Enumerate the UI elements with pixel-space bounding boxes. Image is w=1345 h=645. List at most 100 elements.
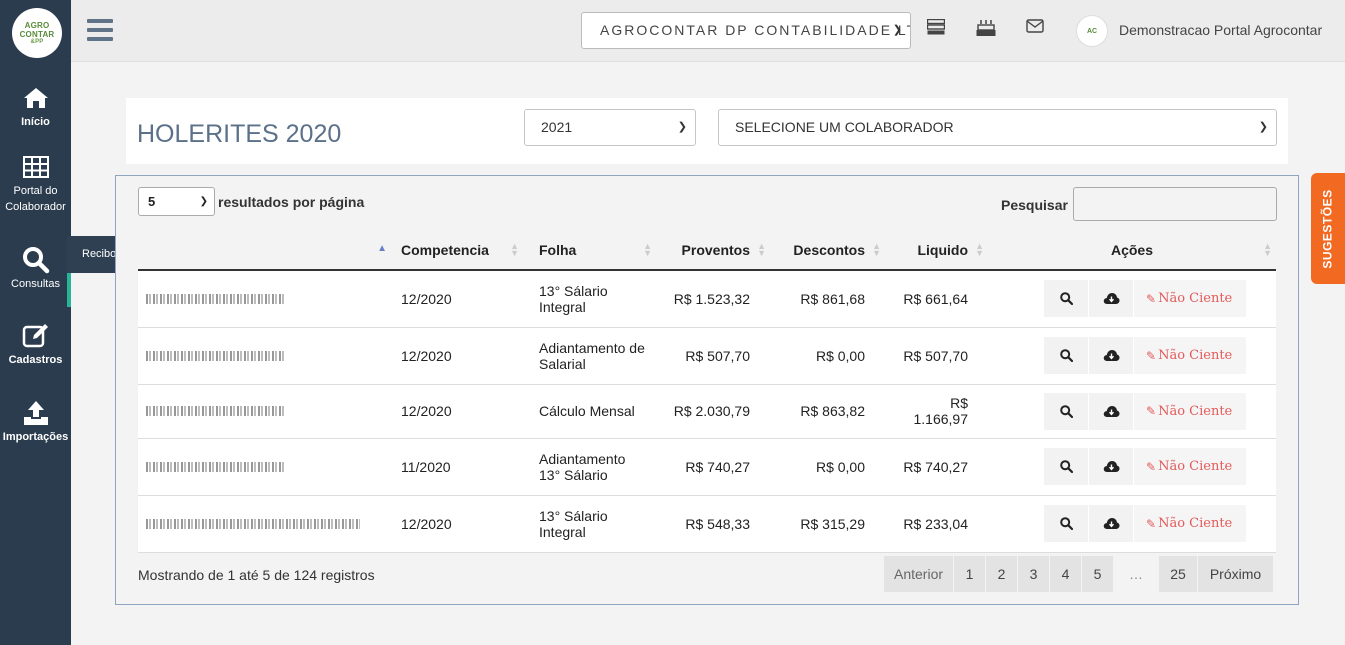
column-header-folha[interactable]: Folha ▲ ▼: [523, 231, 656, 271]
upload-icon: [21, 399, 51, 427]
column-header-competencia[interactable]: Competencia ▲ ▼: [393, 231, 523, 271]
page-title: HOLERITES 2020: [137, 120, 342, 148]
view-button[interactable]: [1044, 337, 1088, 374]
sort-icon: ▲ ▼: [643, 241, 652, 258]
row-actions: ✎ Não Ciente: [1044, 392, 1268, 430]
download-button[interactable]: [1089, 337, 1133, 374]
name-cell: [138, 327, 393, 385]
per-page-select[interactable]: 5 ❯: [138, 187, 215, 216]
agrocontar-logo[interactable]: AGRO CONTAR &PP: [12, 8, 62, 58]
folha-cell: 13° Sálario Integral: [523, 270, 656, 328]
competencia-cell: 12/2020: [393, 270, 523, 328]
status-label: Não Ciente: [1158, 291, 1233, 307]
name-cell: [138, 384, 393, 439]
pagination-prev-button[interactable]: Anterior: [884, 556, 954, 592]
year-select[interactable]: 2021 ❯: [524, 109, 696, 146]
folha-cell: Adiantamento de Salarial: [523, 327, 656, 385]
pagination-page-2[interactable]: 2: [986, 556, 1018, 592]
pagination-page-4[interactable]: 4: [1050, 556, 1082, 592]
sidebar-item-portal-colaborador[interactable]: Portal do Colaborador: [0, 153, 71, 215]
pagination-next-button[interactable]: Próximo: [1198, 556, 1274, 592]
collaborator-select-value: SELECIONE UM COLABORADOR: [735, 119, 954, 135]
sort-icon: ▲ ▼: [975, 241, 984, 258]
status-badge[interactable]: ✎ Não Ciente: [1134, 505, 1247, 542]
search-label: Pesquisar: [1001, 197, 1068, 213]
cloud-download-icon: [1103, 293, 1120, 305]
descontos-cell: R$ 861,68: [770, 270, 885, 328]
chevron-down-icon: ❯: [199, 196, 208, 207]
view-button[interactable]: [1044, 448, 1088, 485]
pagination-page-last[interactable]: 25: [1159, 556, 1198, 592]
table-row: 12/2020 Cálculo Mensal R$ 2.030,79 R$ 86…: [138, 384, 1276, 439]
sidebar-item-consultas[interactable]: Consultas: [0, 236, 71, 307]
collaborator-select[interactable]: SELECIONE UM COLABORADOR ❯: [718, 109, 1277, 146]
name-cell: [138, 495, 393, 553]
menu-toggle-icon[interactable]: [87, 19, 113, 41]
title-card: HOLERITES 2020 2021 ❯ SELECIONE UM COLAB…: [126, 98, 1288, 164]
column-header-liquido[interactable]: Liquido ▲ ▼: [885, 231, 988, 271]
download-button[interactable]: [1089, 392, 1133, 430]
pagination: Anterior 1 2 3 4 5 … 25 Próximo: [884, 556, 1274, 592]
name-cell: [138, 438, 393, 496]
avatar[interactable]: AC: [1076, 15, 1108, 47]
pagination-info: Mostrando de 1 até 5 de 124 registros: [138, 567, 375, 583]
sidebar-item-label: Cadastros: [8, 354, 63, 366]
status-label: Não Ciente: [1158, 403, 1233, 419]
sidebar-item-cadastros[interactable]: Cadastros: [0, 322, 71, 368]
server-icon[interactable]: [926, 18, 947, 39]
view-button[interactable]: [1044, 505, 1088, 542]
cloud-download-icon: [1103, 461, 1120, 472]
pencil-icon: ✎: [1146, 516, 1157, 531]
competencia-cell: 12/2020: [393, 327, 523, 385]
download-button[interactable]: [1089, 280, 1133, 318]
pagination-page-1[interactable]: 1: [954, 556, 986, 592]
sidebar-item-importacoes[interactable]: Importações: [0, 399, 71, 445]
suggestions-tab[interactable]: SUGESTÕES: [1311, 173, 1345, 284]
status-badge[interactable]: ✎ Não Ciente: [1134, 448, 1247, 485]
pagination-page-3[interactable]: 3: [1018, 556, 1050, 592]
descontos-cell: R$ 315,29: [770, 495, 885, 553]
actions-cell: ✎ Não Ciente: [988, 327, 1276, 385]
status-badge[interactable]: ✎ Não Ciente: [1134, 337, 1247, 374]
logo-suffix: &PP: [30, 38, 44, 45]
column-header-descontos[interactable]: Descontos ▲ ▼: [770, 231, 885, 271]
redacted-name: [146, 518, 360, 529]
column-header-name[interactable]: ▲: [138, 231, 393, 271]
table-row: 12/2020 13° Sálario Integral R$ 1.523,32…: [138, 270, 1276, 328]
birthday-cake-icon[interactable]: [976, 19, 996, 39]
user-name[interactable]: Demonstracao Portal Agrocontar: [1119, 22, 1322, 38]
search-icon: [1059, 404, 1073, 418]
pencil-icon: ✎: [1146, 291, 1157, 306]
search-icon: [21, 246, 51, 274]
search-icon: [1059, 292, 1073, 306]
column-header-acoes[interactable]: Ações ▲ ▼: [988, 231, 1276, 271]
status-badge[interactable]: ✎ Não Ciente: [1134, 280, 1247, 318]
view-button[interactable]: [1044, 280, 1088, 318]
topbar: AGROCONTAR DP CONTABILIDADE LT ❯ AC Demo…: [71, 0, 1345, 62]
sidebar-item-inicio[interactable]: Início: [0, 84, 71, 130]
pagination-page-5[interactable]: 5: [1082, 556, 1114, 592]
liquido-cell: R$ 661,64: [885, 270, 988, 328]
proventos-cell: R$ 1.523,32: [656, 270, 770, 328]
redacted-name: [146, 293, 284, 304]
download-button[interactable]: [1089, 505, 1133, 542]
mail-icon[interactable]: [1026, 19, 1046, 39]
descontos-cell: R$ 0,00: [770, 438, 885, 496]
liquido-cell: R$ 1.166,97: [885, 384, 988, 439]
folha-cell: Cálculo Mensal: [523, 384, 656, 439]
sort-icon: ▲ ▼: [1263, 241, 1272, 258]
download-button[interactable]: [1089, 448, 1133, 485]
view-button[interactable]: [1044, 392, 1088, 430]
company-select[interactable]: AGROCONTAR DP CONTABILIDADE LT ❯: [581, 12, 911, 49]
sort-icon: ▲ ▼: [510, 241, 519, 258]
suggestions-label: SUGESTÕES: [1321, 188, 1335, 269]
sidebar-item-label: Início: [21, 116, 50, 128]
column-header-proventos[interactable]: Proventos ▲ ▼: [656, 231, 770, 271]
search-input[interactable]: [1073, 187, 1277, 221]
actions-cell: ✎ Não Ciente: [988, 384, 1276, 439]
search-icon: [1059, 517, 1073, 530]
redacted-name: [146, 350, 284, 361]
competencia-cell: 12/2020: [393, 384, 523, 439]
status-badge[interactable]: ✎ Não Ciente: [1134, 392, 1247, 430]
descontos-cell: R$ 863,82: [770, 384, 885, 439]
